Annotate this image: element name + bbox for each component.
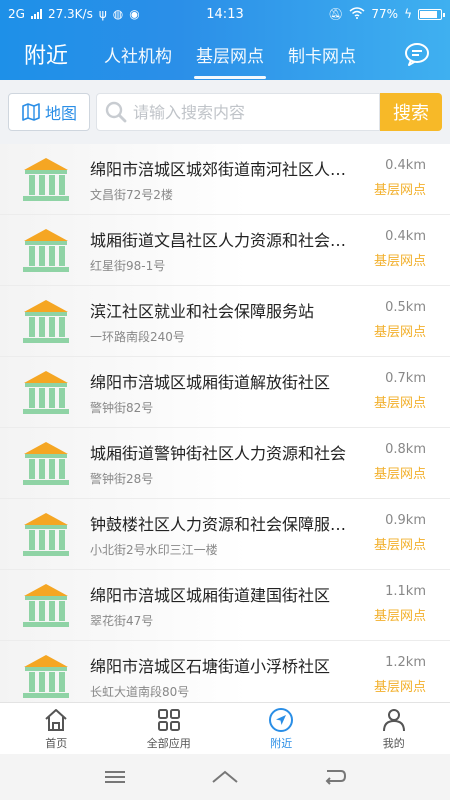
outlet-name: 城厢街道警钟街社区人力资源和社会 bbox=[90, 443, 347, 463]
network-type: 2G bbox=[8, 7, 25, 21]
list-item[interactable]: 绵阳市涪城区城郊街道南河社区人力资源 文昌街72号2楼 0.4km 基层网点 bbox=[0, 144, 450, 215]
outlet-distance: 0.9km bbox=[385, 513, 426, 528]
nav-all-apps[interactable]: 全部应用 bbox=[113, 703, 226, 754]
outlet-address: 小北街2号水印三江一楼 bbox=[90, 542, 218, 557]
outlet-address: 翠花街47号 bbox=[90, 613, 154, 628]
building-icon bbox=[23, 584, 69, 627]
outlet-type: 基层网点 bbox=[373, 254, 426, 269]
outlet-distance: 1.2km bbox=[385, 655, 426, 670]
search-input[interactable] bbox=[133, 102, 379, 122]
building-icon bbox=[23, 513, 69, 556]
nav-nearby-label: 附近 bbox=[270, 736, 293, 750]
header-block: 2G 27.3K/s ψ ◍ ◉ 14:13 🔕︎ 77% ϟ 附近 人社机构 … bbox=[0, 0, 450, 80]
outlet-type: 基层网点 bbox=[373, 609, 426, 624]
outlet-address: 警钟街82号 bbox=[90, 400, 154, 415]
building-icon bbox=[23, 300, 69, 343]
map-button[interactable]: 地图 bbox=[8, 93, 90, 131]
outlet-distance: 0.5km bbox=[385, 300, 426, 315]
list-item[interactable]: 绵阳市涪城区城厢街道建国街社区 翠花街47号 1.1km 基层网点 bbox=[0, 570, 450, 641]
outlet-name: 绵阳市涪城区城厢街道解放街社区 bbox=[90, 372, 331, 392]
bottom-nav: 首页 全部应用 附近 我的 bbox=[0, 702, 450, 754]
charging-icon: ϟ bbox=[404, 7, 412, 21]
outlet-name: 绵阳市涪城区城郊街道南河社区人力资源 bbox=[90, 159, 352, 179]
map-icon bbox=[22, 103, 40, 121]
nav-nearby[interactable]: 附近 bbox=[225, 703, 338, 754]
header-bar: 附近 人社机构 基层网点 制卡网点 bbox=[0, 28, 450, 80]
building-icon bbox=[23, 442, 69, 485]
nav-home[interactable]: 首页 bbox=[0, 703, 113, 754]
outlet-list: 绵阳市涪城区城郊街道南河社区人力资源 文昌街72号2楼 0.4km 基层网点 城… bbox=[0, 144, 450, 702]
list-item[interactable]: 滨江社区就业和社会保障服务站 一环路南段240号 0.5km 基层网点 bbox=[0, 286, 450, 357]
outlet-address: 长虹大道南段80号 bbox=[90, 684, 190, 699]
list-item[interactable]: 绵阳市涪城区石塘街道小浮桥社区 长虹大道南段80号 1.2km 基层网点 bbox=[0, 641, 450, 702]
building-icon bbox=[23, 371, 69, 414]
map-button-label: 地图 bbox=[44, 104, 77, 123]
network-speed: 27.3K/s bbox=[47, 7, 93, 21]
outlet-type: 基层网点 bbox=[373, 325, 426, 340]
outlet-type: 基层网点 bbox=[373, 680, 426, 695]
message-icon: ◉ bbox=[129, 7, 140, 21]
wechat-icon: ◍ bbox=[112, 7, 124, 21]
tab-bar: 人社机构 基层网点 制卡网点 bbox=[102, 36, 358, 79]
usb-icon: ψ bbox=[98, 7, 107, 21]
user-icon bbox=[382, 708, 405, 731]
search-row: 地图 搜索 bbox=[0, 80, 450, 144]
building-icon bbox=[23, 229, 69, 272]
list-item[interactable]: 绵阳市涪城区城厢街道解放街社区 警钟街82号 0.7km 基层网点 bbox=[0, 357, 450, 428]
building-icon bbox=[23, 655, 69, 698]
outlet-name: 城厢街道文昌社区人力资源和社会保障 bbox=[90, 230, 352, 250]
outlet-address: 一环路南段240号 bbox=[90, 329, 185, 344]
home-button-icon[interactable] bbox=[211, 767, 239, 787]
battery-percent: 77% bbox=[371, 7, 399, 21]
nav-all-apps-label: 全部应用 bbox=[146, 736, 191, 750]
outlet-distance: 0.8km bbox=[385, 442, 426, 457]
outlet-name: 钟鼓楼社区人力资源和社会保障服务站 bbox=[90, 514, 352, 534]
search-icon bbox=[105, 101, 127, 123]
outlet-address: 警钟街28号 bbox=[90, 471, 154, 486]
list-item[interactable]: 城厢街道警钟街社区人力资源和社会 警钟街28号 0.8km 基层网点 bbox=[0, 428, 450, 499]
tab-hr-institutions[interactable]: 人社机构 bbox=[102, 36, 174, 73]
battery-icon bbox=[418, 8, 445, 20]
tab-grassroots-outlets[interactable]: 基层网点 bbox=[194, 36, 266, 79]
outlet-type: 基层网点 bbox=[373, 538, 426, 553]
signal-icon bbox=[30, 9, 42, 19]
search-box bbox=[96, 93, 380, 131]
page-title: 附近 bbox=[24, 44, 69, 69]
outlet-type: 基层网点 bbox=[373, 467, 426, 482]
outlet-address: 文昌街72号2楼 bbox=[90, 187, 173, 202]
back-icon[interactable] bbox=[321, 767, 349, 787]
apps-icon bbox=[157, 708, 180, 731]
menu-icon[interactable] bbox=[101, 767, 129, 787]
list-item[interactable]: 城厢街道文昌社区人力资源和社会保障 红星街98-1号 0.4km 基层网点 bbox=[0, 215, 450, 286]
outlet-distance: 0.4km bbox=[385, 229, 426, 244]
list-item[interactable]: 钟鼓楼社区人力资源和社会保障服务站 小北街2号水印三江一楼 0.9km 基层网点 bbox=[0, 499, 450, 570]
outlet-type: 基层网点 bbox=[373, 396, 426, 411]
outlet-name: 绵阳市涪城区城厢街道建国街社区 bbox=[90, 585, 331, 605]
nav-mine-label: 我的 bbox=[382, 736, 405, 750]
outlet-type: 基层网点 bbox=[373, 183, 426, 198]
mute-icon: 🔕︎ bbox=[328, 7, 344, 21]
home-icon bbox=[45, 708, 67, 731]
building-icon bbox=[23, 158, 69, 201]
outlet-distance: 0.7km bbox=[385, 371, 426, 386]
tab-card-outlets[interactable]: 制卡网点 bbox=[286, 36, 358, 73]
outlet-distance: 0.4km bbox=[385, 158, 426, 173]
outlet-name: 滨江社区就业和社会保障服务站 bbox=[90, 301, 315, 321]
outlet-distance: 1.1km bbox=[385, 584, 426, 599]
location-arrow-icon bbox=[269, 707, 294, 732]
search-button[interactable]: 搜索 bbox=[380, 93, 442, 131]
chat-icon[interactable] bbox=[404, 42, 430, 66]
nav-mine[interactable]: 我的 bbox=[338, 703, 450, 754]
system-nav bbox=[0, 754, 450, 800]
outlet-address: 红星街98-1号 bbox=[90, 258, 166, 273]
outlet-name: 绵阳市涪城区石塘街道小浮桥社区 bbox=[90, 656, 331, 676]
status-bar: 2G 27.3K/s ψ ◍ ◉ 14:13 🔕︎ 77% ϟ bbox=[0, 0, 450, 28]
wifi-icon bbox=[349, 6, 365, 22]
nav-home-label: 首页 bbox=[45, 736, 68, 750]
